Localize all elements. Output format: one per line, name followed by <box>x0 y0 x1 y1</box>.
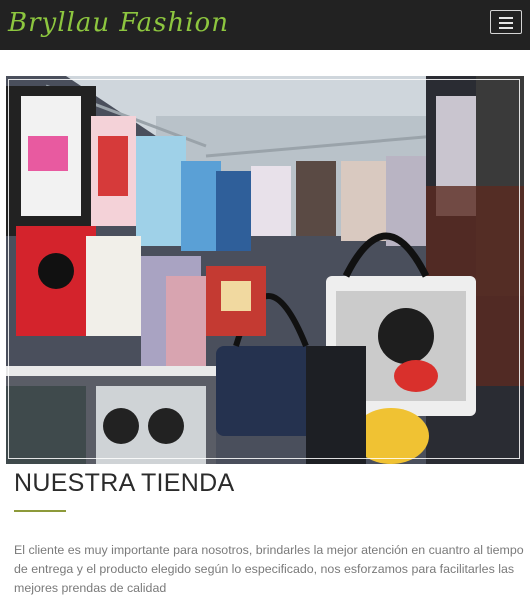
title-divider <box>14 510 66 512</box>
menu-toggle-button[interactable] <box>490 10 522 34</box>
store-photo <box>6 76 524 464</box>
navbar: Bryllau Fashion <box>0 0 530 50</box>
section-title: NUESTRA TIENDA <box>14 469 235 497</box>
brand-logo[interactable]: Bryllau Fashion <box>8 6 229 40</box>
section-description: El cliente es muy importante para nosotr… <box>14 543 524 595</box>
store-photo-illustration <box>6 76 524 464</box>
